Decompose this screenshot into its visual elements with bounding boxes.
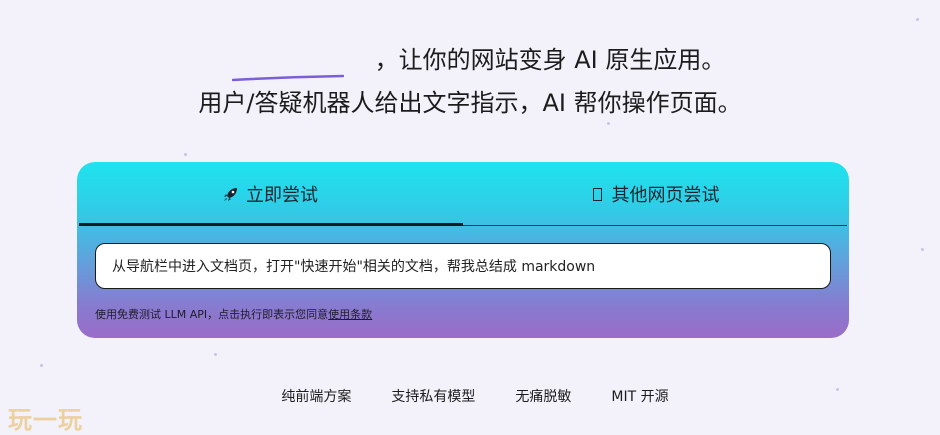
terms-notice: 使用免费测试 LLM API，点击执行即表示您同意使用条款 bbox=[95, 306, 372, 322]
tab-try-now-label: 立即尝试 bbox=[246, 185, 318, 206]
hero-line-1-text: ，让你的网站变身 AI 原生应用。 bbox=[374, 46, 726, 74]
hero-line-1: ，让你的网站变身 AI 原生应用。 bbox=[0, 40, 940, 82]
watermark: 玩一玩 bbox=[8, 406, 83, 434]
tab-divider bbox=[463, 225, 847, 226]
feature-item: MIT 开源 bbox=[611, 389, 669, 405]
terms-link[interactable]: 使用条款 bbox=[328, 308, 372, 321]
typing-underline bbox=[232, 74, 344, 82]
decorative-dot bbox=[921, 248, 924, 251]
active-tab-indicator bbox=[79, 223, 463, 226]
feature-item: 支持私有模型 bbox=[391, 389, 476, 405]
decorative-dot bbox=[916, 18, 919, 21]
feature-item: 无痛脱敏 bbox=[515, 389, 572, 405]
rocket-icon bbox=[224, 188, 237, 201]
feature-item: 纯前端方案 bbox=[281, 389, 352, 405]
tab-bar: 立即尝试 其他网页尝试 bbox=[77, 162, 849, 226]
feature-list: 纯前端方案 支持私有模型 无痛脱敏 MIT 开源 bbox=[0, 386, 940, 406]
decorative-dot bbox=[40, 364, 43, 367]
tab-other-pages[interactable]: 其他网页尝试 bbox=[463, 162, 849, 226]
task-instruction-input[interactable] bbox=[95, 243, 831, 289]
decorative-dot bbox=[184, 153, 187, 156]
tab-other-pages-label: 其他网页尝试 bbox=[611, 185, 720, 206]
decorative-dot bbox=[214, 353, 217, 356]
terms-text: 使用免费测试 LLM API，点击执行即表示您同意 bbox=[95, 308, 329, 321]
box-icon bbox=[592, 187, 602, 201]
try-card: 立即尝试 其他网页尝试 使用免费测试 LLM API，点击执行即表示您同意使用条… bbox=[77, 162, 849, 338]
decorative-dot bbox=[607, 122, 610, 125]
tab-try-now[interactable]: 立即尝试 bbox=[77, 162, 463, 226]
hero-line-2: 用户/答疑机器人给出文字指示，AI 帮你操作页面。 bbox=[198, 89, 742, 117]
